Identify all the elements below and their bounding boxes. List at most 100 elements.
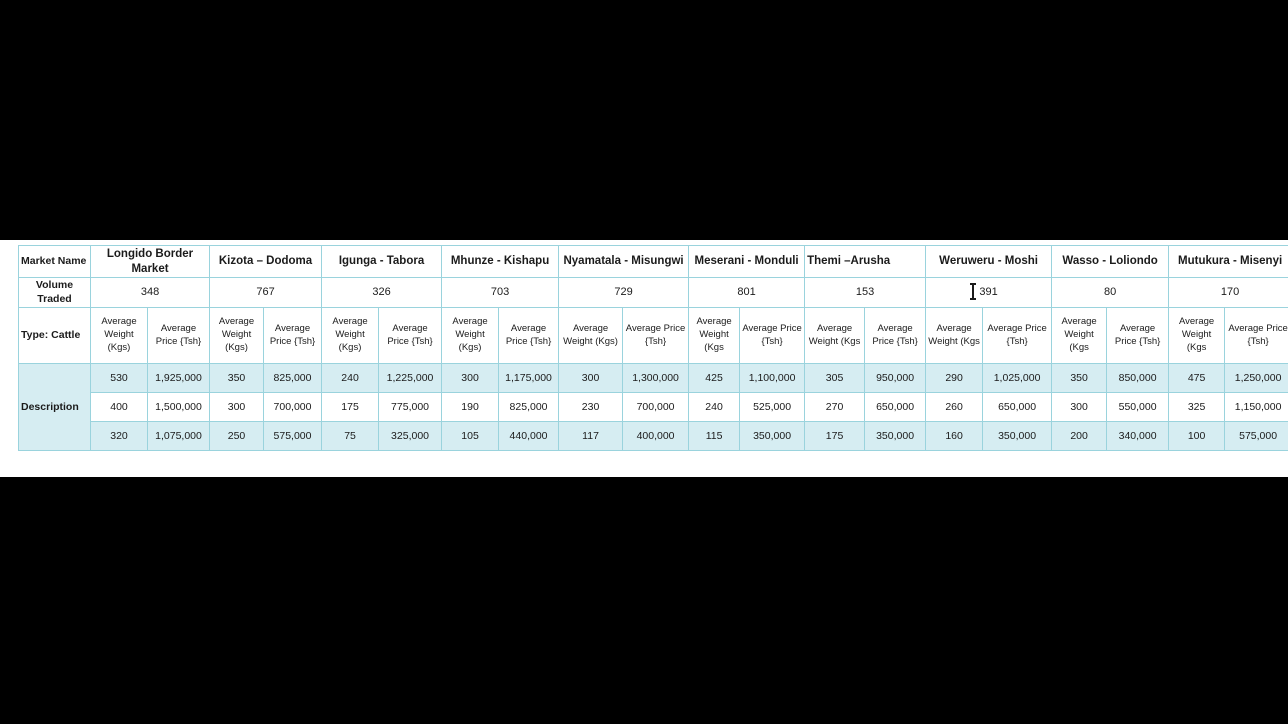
market-header-longido: Longido Border Market: [89, 245, 211, 278]
subheader-price-mutukura: Average Price {Tsh}: [1224, 307, 1288, 364]
subheader-price-kizota: Average Price {Tsh}: [263, 307, 323, 364]
volume-wasso: 80: [1051, 277, 1170, 308]
weight-mhunze-3: 105: [441, 421, 500, 451]
price-weruweru-1: 1,025,000: [982, 363, 1053, 393]
text-cursor-icon: [969, 283, 976, 300]
market-header-themi: Themi –Arusha: [804, 245, 927, 278]
weight-kizota-3: 250: [209, 421, 265, 451]
weight-longido-3: 320: [90, 421, 148, 451]
price-themi-3: 350,000: [864, 421, 927, 451]
weight-themi-1: 305: [804, 363, 866, 393]
weight-longido-2: 400: [90, 392, 148, 422]
subheader-weight-themi: Average Weight (Kgs: [804, 307, 866, 364]
price-themi-1: 950,000: [864, 363, 927, 393]
volume-nyamatala: 729: [558, 277, 690, 308]
weight-wasso-3: 200: [1051, 421, 1108, 451]
weight-kizota-2: 300: [209, 392, 265, 422]
price-kizota-1: 825,000: [263, 363, 323, 393]
price-nyamatala-3: 400,000: [622, 421, 690, 451]
volume-themi: 153: [804, 277, 927, 308]
weight-wasso-1: 350: [1051, 363, 1108, 393]
price-igunga-1: 1,225,000: [378, 363, 443, 393]
volume-mutukura: 170: [1168, 277, 1288, 308]
price-longido-2: 1,500,000: [146, 392, 211, 422]
market-header-meserani: Meserani - Monduli: [688, 245, 806, 278]
row-label-market-name: Market Name: [18, 245, 91, 278]
subheader-price-meserani: Average Price {Tsh}: [739, 307, 806, 364]
market-header-weruweru: Weruweru - Moshi: [925, 245, 1053, 278]
row-label-volume-traded: Volume Traded: [18, 277, 91, 308]
weight-nyamatala-1: 300: [558, 363, 624, 393]
price-mhunze-2: 825,000: [498, 392, 560, 422]
price-nyamatala-2: 700,000: [622, 392, 690, 422]
subheader-weight-kizota: Average Weight (Kgs): [209, 307, 265, 364]
subheader-price-weruweru: Average Price {Tsh}: [982, 307, 1053, 364]
market-header-kizota: Kizota – Dodoma: [209, 245, 323, 278]
price-themi-2: 650,000: [864, 392, 927, 422]
subheader-price-nyamatala: Average Price {Tsh}: [622, 307, 690, 364]
volume-traded-row: Volume Traded 348 767 326 703 729 801 15…: [18, 277, 1288, 308]
weight-igunga-1: 240: [321, 363, 380, 393]
volume-kizota: 767: [209, 277, 323, 308]
market-header-wasso: Wasso - Loliondo: [1051, 245, 1170, 278]
subheader-weight-meserani: Average Weight (Kgs: [688, 307, 741, 364]
subheader-weight-weruweru: Average Weight (Kgs: [925, 307, 984, 364]
volume-meserani: 801: [688, 277, 806, 308]
subheader-weight-wasso: Average Weight (Kgs: [1051, 307, 1108, 364]
subheader-weight-nyamatala: Average Weight (Kgs): [558, 307, 624, 364]
measure-header-row: Type: Cattle Average Weight (Kgs) Averag…: [18, 307, 1288, 364]
price-mhunze-3: 440,000: [498, 421, 560, 451]
weight-meserani-3: 115: [688, 421, 741, 451]
price-longido-3: 1,075,000: [146, 421, 211, 451]
price-meserani-3: 350,000: [739, 421, 806, 451]
price-longido-1: 1,925,000: [146, 363, 211, 393]
weight-igunga-3: 75: [321, 421, 380, 451]
price-nyamatala-1: 1,300,000: [622, 363, 690, 393]
weight-mutukura-1: 475: [1168, 363, 1226, 393]
weight-weruweru-2: 260: [925, 392, 984, 422]
weight-meserani-1: 425: [688, 363, 741, 393]
weight-mhunze-1: 300: [441, 363, 500, 393]
market-header-mutukura: Mutukura - Misenyi: [1168, 245, 1288, 278]
weight-mutukura-3: 100: [1168, 421, 1226, 451]
market-header-nyamatala: Nyamatala - Misungwi: [558, 245, 690, 278]
price-meserani-1: 1,100,000: [739, 363, 806, 393]
price-mutukura-2: 1,150,000: [1224, 392, 1288, 422]
weight-kizota-1: 350: [209, 363, 265, 393]
subheader-price-igunga: Average Price {Tsh}: [378, 307, 443, 364]
market-header-mhunze: Mhunze - Kishapu: [441, 245, 560, 278]
volume-weruweru-value: 391: [979, 285, 998, 298]
price-igunga-2: 775,000: [378, 392, 443, 422]
row-label-description: Description: [18, 363, 91, 451]
weight-wasso-2: 300: [1051, 392, 1108, 422]
market-name-row: Market Name Longido Border Market Kizota…: [18, 245, 1288, 278]
subheader-weight-longido: Average Weight (Kgs): [90, 307, 148, 364]
volume-igunga: 326: [321, 277, 443, 308]
subheader-weight-mhunze: Average Weight (Kgs): [441, 307, 500, 364]
subheader-price-themi: Average Price {Tsh}: [864, 307, 927, 364]
price-wasso-2: 550,000: [1106, 392, 1170, 422]
weight-mhunze-2: 190: [441, 392, 500, 422]
table-row: 400 1,500,000 300 700,000 175 775,000 19…: [19, 392, 1288, 422]
volume-weruweru[interactable]: 391: [925, 277, 1053, 308]
subheader-price-mhunze: Average Price {Tsh}: [498, 307, 560, 364]
price-mutukura-1: 1,250,000: [1224, 363, 1288, 393]
weight-nyamatala-2: 230: [558, 392, 624, 422]
price-weruweru-2: 650,000: [982, 392, 1053, 422]
table-row: 320 1,075,000 250 575,000 75 325,000 105…: [19, 421, 1288, 451]
price-wasso-1: 850,000: [1106, 363, 1170, 393]
market-header-igunga: Igunga - Tabora: [321, 245, 443, 278]
subheader-weight-igunga: Average Weight (Kgs): [321, 307, 380, 364]
weight-weruweru-1: 290: [925, 363, 984, 393]
weight-longido-1: 530: [90, 363, 148, 393]
market-price-table-container: Market Name Longido Border Market Kizota…: [18, 245, 1288, 451]
price-mhunze-1: 1,175,000: [498, 363, 560, 393]
table-row: Description 530 1,925,000 350 825,000 24…: [18, 363, 1288, 451]
weight-themi-2: 270: [804, 392, 866, 422]
price-igunga-3: 325,000: [378, 421, 443, 451]
weight-nyamatala-3: 117: [558, 421, 624, 451]
price-wasso-3: 340,000: [1106, 421, 1170, 451]
weight-meserani-2: 240: [688, 392, 741, 422]
subheader-price-longido: Average Price {Tsh}: [146, 307, 211, 364]
row-label-type: Type: Cattle: [18, 307, 91, 364]
